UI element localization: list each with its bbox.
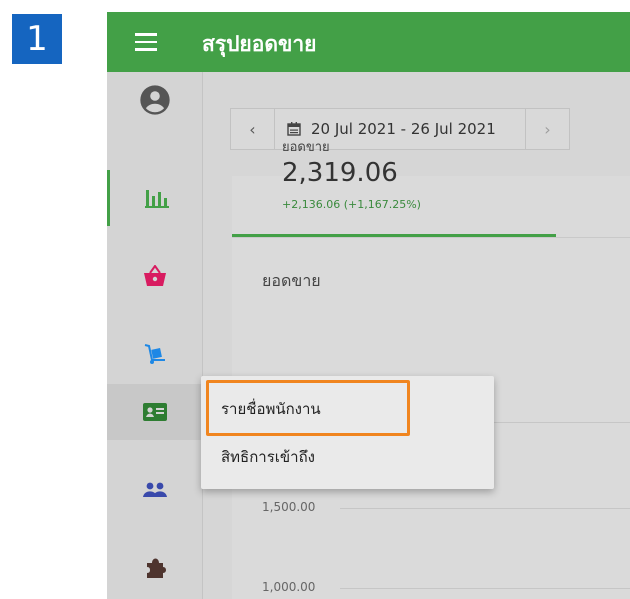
kpi-change: +2,136.06 (+1,167.25%) [282,198,421,211]
menu-item-access-rights[interactable]: สิทธิการเข้าถึง [201,434,494,480]
id-card-icon [143,403,167,421]
next-range-button[interactable]: › [525,109,569,149]
menu-icon[interactable] [135,33,157,51]
people-icon [143,482,167,497]
kpi-value: 2,319.06 [282,158,398,188]
previous-range-button[interactable]: ‹ [231,109,275,149]
bar-chart-icon [144,190,169,208]
calendar-icon [287,122,301,136]
main-content: ‹ 20 Jul 2021 - 26 Jul 2021 › [203,72,630,599]
puzzle-icon [147,558,166,578]
chart-gridline [340,508,630,509]
chart-gridline [340,588,630,589]
menu-item-label: สิทธิการเข้าถึง [221,448,315,466]
date-range-picker: ‹ 20 Jul 2021 - 26 Jul 2021 › [230,108,570,150]
hand-truck-icon [144,344,165,364]
date-range-label: 20 Jul 2021 - 26 Jul 2021 [311,120,496,138]
sidebar [107,72,203,599]
step-number-badge: 1 [12,14,62,64]
card-divider [232,237,630,238]
sidebar-item-plugins[interactable] [107,540,203,596]
account-circle-icon [140,85,170,115]
sidebar-item-orders[interactable] [107,248,203,304]
sidebar-item-account[interactable] [107,72,203,128]
top-app-bar: สรุปยอดขาย [107,12,630,72]
chart-title: ยอดขาย [262,271,321,290]
basket-icon [144,265,166,286]
sidebar-item-sales[interactable] [107,170,203,226]
sidebar-item-employees[interactable] [107,384,203,440]
page-title: สรุปยอดขาย [202,32,317,56]
sidebar-item-products[interactable] [107,326,203,382]
sidebar-item-users[interactable] [107,462,203,518]
y-axis-tick: 1,500.00 [262,500,316,514]
highlight-box [206,380,410,436]
y-axis-tick: 1,000.00 [262,580,316,594]
kpi-label: ยอดขาย [282,140,330,155]
app-window: สรุปยอดขาย ‹ 20 Jul 2021 - 26 Jul 2021 ›… [107,12,630,599]
